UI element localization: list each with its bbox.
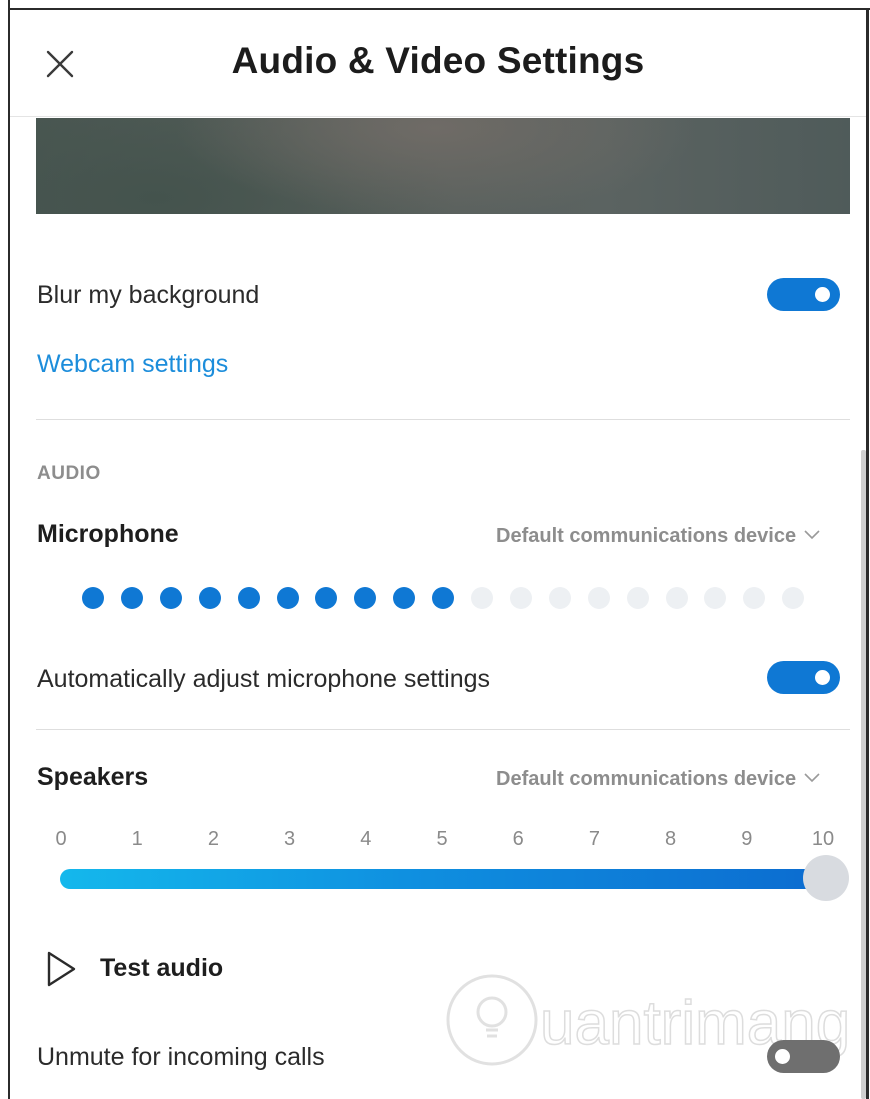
level-dot xyxy=(393,587,416,609)
window-border-left xyxy=(8,0,10,1099)
speaker-volume-slider[interactable] xyxy=(60,869,825,889)
volume-tick-label: 2 xyxy=(207,828,219,850)
blur-background-label: Blur my background xyxy=(37,281,260,309)
webcam-settings-link[interactable]: Webcam settings xyxy=(37,350,228,379)
level-dot xyxy=(626,587,649,609)
volume-tick-label: 3 xyxy=(284,828,296,850)
volume-tick-label: 1 xyxy=(131,828,143,850)
microphone-level-meter xyxy=(82,587,812,611)
unmute-incoming-calls-label: Unmute for incoming calls xyxy=(37,1043,325,1071)
settings-header: Audio & Video Settings xyxy=(10,10,866,117)
volume-tick-label: 8 xyxy=(665,828,677,850)
speaker-volume-thumb[interactable] xyxy=(803,855,849,901)
level-dot xyxy=(237,587,260,609)
volume-tick-label: 0 xyxy=(55,828,67,850)
window-border-right xyxy=(866,8,869,1099)
level-dot xyxy=(704,587,727,609)
lightbulb-icon xyxy=(446,974,538,1066)
toggle-knob xyxy=(775,1049,790,1064)
level-dot xyxy=(548,587,571,609)
level-dot xyxy=(743,587,766,609)
chevron-down-icon xyxy=(804,523,820,546)
level-dot xyxy=(432,587,455,609)
divider xyxy=(36,419,850,420)
test-audio-play-button[interactable] xyxy=(44,950,78,988)
chevron-down-icon xyxy=(804,766,820,789)
level-dot xyxy=(587,587,610,609)
level-dot xyxy=(198,587,221,609)
speakers-heading: Speakers xyxy=(37,763,149,791)
blur-background-toggle[interactable] xyxy=(767,278,840,311)
level-dot xyxy=(120,587,143,609)
auto-adjust-microphone-toggle[interactable] xyxy=(767,661,840,694)
speakers-device-value: Default communications device xyxy=(496,768,797,790)
camera-preview xyxy=(36,118,850,214)
level-dot xyxy=(509,587,532,609)
page-title: Audio & Video Settings xyxy=(231,40,645,81)
play-icon xyxy=(47,951,76,987)
auto-adjust-microphone-label: Automatically adjust microphone settings xyxy=(37,665,491,693)
audio-section-label: AUDIO xyxy=(37,463,101,484)
scrollbar[interactable] xyxy=(861,450,866,1099)
speakers-device-select[interactable]: Default communications device xyxy=(496,766,820,791)
test-audio-button[interactable]: Test audio xyxy=(100,954,223,983)
unmute-incoming-calls-toggle[interactable] xyxy=(767,1040,840,1073)
volume-tick-label: 4 xyxy=(360,828,372,850)
toggle-knob xyxy=(815,287,830,302)
volume-tick-label: 10 xyxy=(811,828,835,850)
microphone-device-select[interactable]: Default communications device xyxy=(496,523,820,548)
level-dot xyxy=(665,587,688,609)
microphone-heading: Microphone xyxy=(37,520,179,548)
level-dot xyxy=(315,587,338,609)
volume-tick-label: 7 xyxy=(588,828,600,850)
toggle-knob xyxy=(815,670,830,685)
volume-tick-label: 5 xyxy=(436,828,448,850)
level-dot xyxy=(159,587,182,609)
level-dot xyxy=(276,587,299,609)
divider xyxy=(36,729,850,730)
level-dot xyxy=(471,587,493,609)
microphone-device-value: Default communications device xyxy=(496,525,797,547)
level-dot xyxy=(782,587,805,609)
level-dot xyxy=(82,587,104,609)
volume-tick-label: 6 xyxy=(512,828,524,850)
level-dot xyxy=(354,587,377,609)
volume-tick-label: 9 xyxy=(741,828,753,850)
